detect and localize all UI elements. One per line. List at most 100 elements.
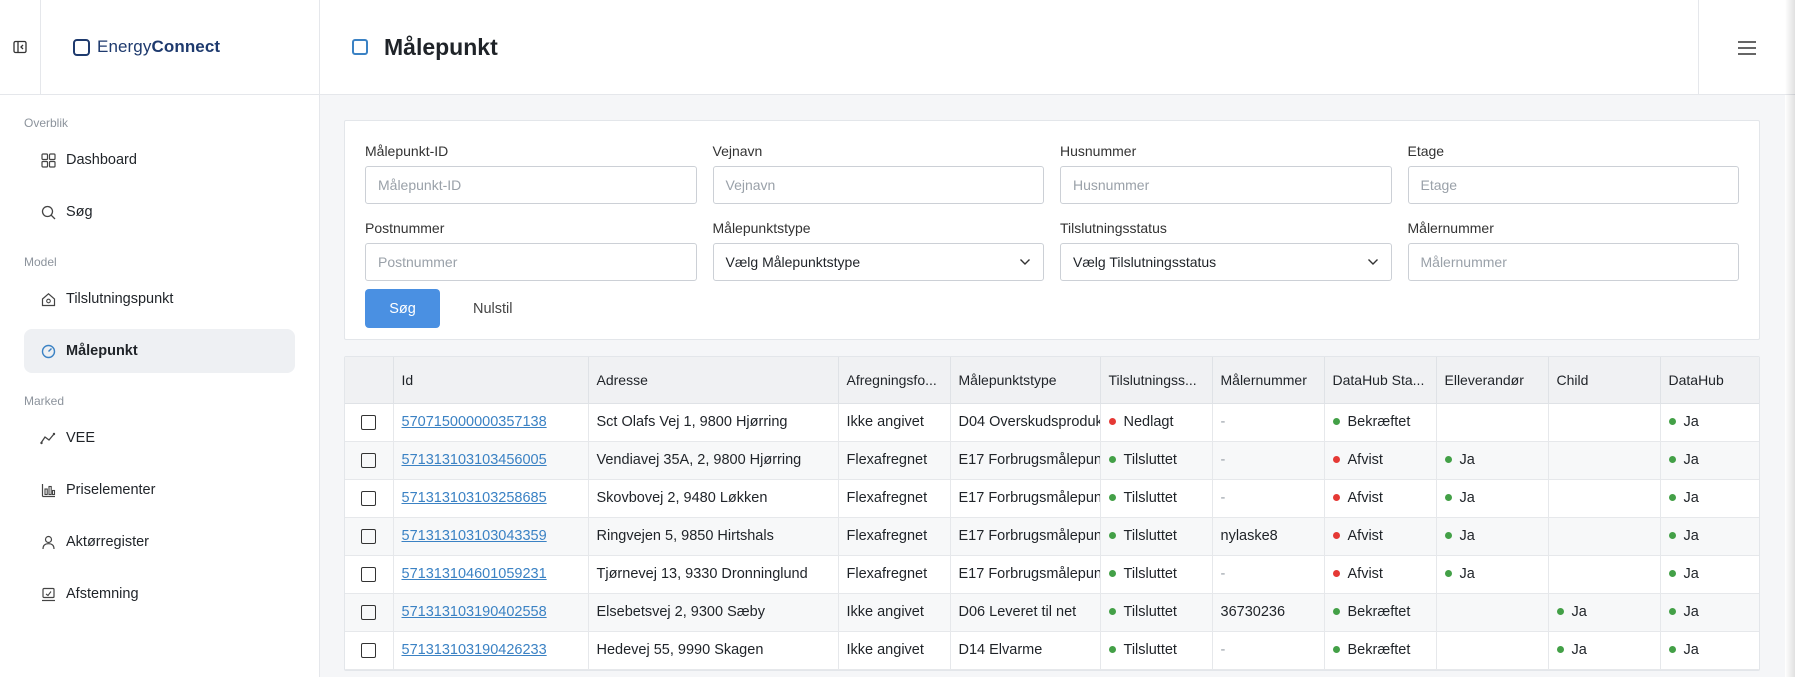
malepunkt-id-link[interactable]: 570715000000357138 xyxy=(402,414,547,430)
sidebar-item-vee[interactable]: VEE xyxy=(24,416,295,460)
afregningsform-cell: Ikke angivet xyxy=(838,631,951,670)
datahub-status-cell: Afvist xyxy=(1324,517,1437,556)
row-checkbox[interactable] xyxy=(361,604,377,620)
malepunkt-id-link[interactable]: 571313103190426233 xyxy=(402,642,547,658)
column-header-adresse[interactable]: Adresse xyxy=(588,357,839,404)
row-checkbox[interactable] xyxy=(361,566,377,582)
status-dot xyxy=(1108,531,1116,539)
sidebar-item-sog[interactable]: Søg xyxy=(24,190,295,234)
status-dot xyxy=(1332,417,1340,425)
status-dot xyxy=(1668,645,1676,653)
postnummer-input[interactable]: Postnummer xyxy=(365,243,697,281)
afregningsform-cell: Ikke angivet xyxy=(838,593,951,632)
datahub-status-text: Afvist xyxy=(1347,452,1383,468)
sidebar-item-dashboard[interactable]: Dashboard xyxy=(24,138,295,182)
etage-input[interactable]: Etage xyxy=(1407,166,1739,204)
tilslutningsstatus-text: Tilsluttet xyxy=(1123,490,1177,506)
row-checkbox[interactable] xyxy=(361,642,377,658)
search-button[interactable]: Søg xyxy=(365,289,440,328)
malernummer-cell: 36730236 xyxy=(1212,593,1325,632)
sidebar-item-tilslutningspunkt[interactable]: Tilslutningspunkt xyxy=(24,277,295,321)
malepunktstype-text: E17 Forbrugsmålepunkt xyxy=(958,528,1100,544)
malepunktstype-cell: E17 Forbrugsmålepunkt xyxy=(950,555,1101,594)
malepunktstype-select[interactable]: Vælg Målepunktstype xyxy=(712,243,1044,281)
table-row[interactable]: 571313103190426233 Hedevej 55, 9990 Skage… xyxy=(345,631,1759,670)
elleverandor-cell: Ja xyxy=(1436,517,1549,556)
row-checkbox[interactable] xyxy=(361,490,377,506)
column-header-afregningsform[interactable]: Afregningsfo... xyxy=(838,357,951,404)
adresse-text: Vendiavej 35A, 2, 9800 Hjørring xyxy=(596,452,802,468)
column-header-child[interactable]: Child xyxy=(1548,357,1661,404)
column-header-datahub-status[interactable]: DataHub Sta... xyxy=(1324,357,1437,404)
table-row[interactable]: 571313103103456005 Vendiavej 35A, 2, 9800… xyxy=(345,441,1759,480)
table-row[interactable]: 571313103190402558 Elsebetsvej 2, 9300 Sæ… xyxy=(345,593,1759,632)
status-dot xyxy=(1108,569,1116,577)
reset-button[interactable]: Nulstil xyxy=(473,301,512,317)
status-dot xyxy=(1332,493,1340,501)
vejnavn-input[interactable]: Vejnavn xyxy=(712,166,1044,204)
adresse-text: Sct Olafs Vej 1, 9800 Hjørring xyxy=(596,414,788,430)
user-icon xyxy=(40,534,56,550)
malepunkt-id-link[interactable]: 571313103190402558 xyxy=(402,604,547,620)
column-header-tilslutningsstatus[interactable]: Tilslutningss... xyxy=(1100,357,1213,404)
malepunkt-id-link[interactable]: 571313103103043359 xyxy=(402,528,547,544)
column-header-elleverandor[interactable]: Elleverandør xyxy=(1436,357,1549,404)
sidebar-item-malepunkt[interactable]: Målepunkt xyxy=(24,329,295,373)
status-dot xyxy=(1332,645,1340,653)
page-header: Målepunkt xyxy=(320,0,1795,95)
adresse-text: Elsebetsvej 2, 9300 Sæby xyxy=(596,604,765,620)
malernummer-label: Målernummer xyxy=(1407,220,1494,236)
table-row[interactable]: 571313103103258685 Skovbovej 2, 9480 Løkk… xyxy=(345,479,1759,518)
sidebar-item-priselementer[interactable]: Priselementer xyxy=(24,468,295,512)
malepunkt-id-link[interactable]: 571313104601059231 xyxy=(402,566,547,582)
column-header-malepunktstype[interactable]: Målepunktstype xyxy=(950,357,1101,404)
table-row[interactable]: 571313103103043359 Ringvejen 5, 9850 Hirt… xyxy=(345,517,1759,556)
column-header-malernummer[interactable]: Målernummer xyxy=(1212,357,1325,404)
datahub-status-cell: Bekræftet xyxy=(1324,403,1437,442)
husnummer-input[interactable]: Husnummer xyxy=(1060,166,1392,204)
brand-logo[interactable]: EnergyConnect xyxy=(41,0,320,95)
malepunkt-id-input[interactable]: Målepunkt-ID xyxy=(365,166,697,204)
afregningsform-cell: Flexafregnet xyxy=(838,479,951,518)
status-dot xyxy=(1556,607,1564,615)
sidebar-item-aktorregister[interactable]: Aktørregister xyxy=(24,520,295,564)
malepunkt-id-link[interactable]: 571313103103258685 xyxy=(402,490,547,506)
scrollbar-shadow xyxy=(1785,0,1795,677)
tilslutningsstatus-cell: Tilsluttet xyxy=(1100,441,1213,480)
afregningsform-cell: Ikke angivet xyxy=(838,403,951,442)
column-header-id[interactable]: Id xyxy=(393,357,589,404)
datahub-text: Ja xyxy=(1683,528,1699,544)
row-select-cell xyxy=(345,517,394,556)
sidebar-section-overblik: Overblik xyxy=(24,116,69,130)
malernummer-input[interactable]: Målernummer xyxy=(1407,243,1739,281)
malepunktstype-text: D06 Leveret til net xyxy=(958,604,1077,620)
datahub-text: Ja xyxy=(1683,452,1699,468)
malepunktstype-label: Målepunktstype xyxy=(712,220,811,236)
malepunkt-id-link[interactable]: 571313103103456005 xyxy=(402,452,547,468)
malernummer-text: - xyxy=(1220,490,1226,506)
hamburger-icon xyxy=(1738,40,1756,55)
status-dot xyxy=(1444,493,1452,501)
sidebar-item-label: Afstemning xyxy=(66,586,139,602)
row-checkbox[interactable] xyxy=(361,414,377,430)
column-header-datahub[interactable]: DataHub xyxy=(1660,357,1759,404)
datahub-cell: Ja xyxy=(1660,517,1759,556)
sidebar-item-afstemning[interactable]: Afstemning xyxy=(24,572,295,616)
malernummer-cell: nylaske8 xyxy=(1212,517,1325,556)
sidebar-toggle-button[interactable] xyxy=(0,0,41,95)
adresse-text: Skovbovej 2, 9480 Løkken xyxy=(596,490,768,506)
tilslutningsstatus-text: Tilsluttet xyxy=(1123,528,1177,544)
table-row[interactable]: 571313104601059231 Tjørnevej 13, 9330 Dro… xyxy=(345,555,1759,594)
adresse-text: Hedevej 55, 9990 Skagen xyxy=(596,642,764,658)
menu-button[interactable] xyxy=(1698,0,1795,95)
row-checkbox[interactable] xyxy=(361,528,377,544)
row-checkbox[interactable] xyxy=(361,452,377,468)
status-dot xyxy=(1668,531,1676,539)
tilslutningsstatus-text: Tilsluttet xyxy=(1123,566,1177,582)
table-header-row: Id Adresse Afregningsfo... Målepunktstyp… xyxy=(345,357,1759,404)
tilslutningsstatus-select[interactable]: Vælg Tilslutningsstatus xyxy=(1060,243,1392,281)
table-row[interactable]: 570715000000357138 Sct Olafs Vej 1, 9800 … xyxy=(345,403,1759,442)
datahub-status-text: Afvist xyxy=(1347,490,1383,506)
status-dot xyxy=(1668,417,1676,425)
status-dot xyxy=(1332,455,1340,463)
